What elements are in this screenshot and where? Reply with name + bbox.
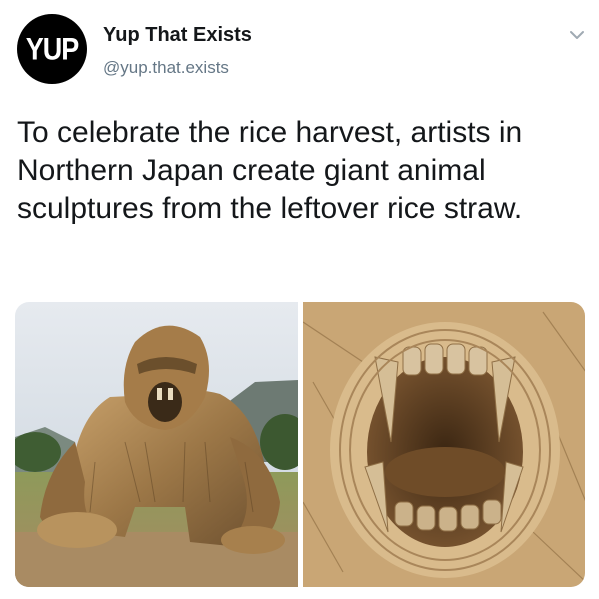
avatar-logo-text: YUP xyxy=(25,31,80,66)
gorilla-sculpture-photo[interactable] xyxy=(15,302,298,587)
display-name[interactable]: Yup That Exists xyxy=(103,24,252,47)
user-handle[interactable]: @yup.that.exists xyxy=(103,58,229,78)
sculpture-mouth-closeup-photo[interactable] xyxy=(302,302,585,587)
tweet-media[interactable] xyxy=(15,302,585,587)
avatar[interactable]: YUP xyxy=(17,14,87,84)
tweet-text: To celebrate the rice harvest, artists i… xyxy=(17,116,523,225)
chevron-down-icon[interactable] xyxy=(566,24,588,46)
